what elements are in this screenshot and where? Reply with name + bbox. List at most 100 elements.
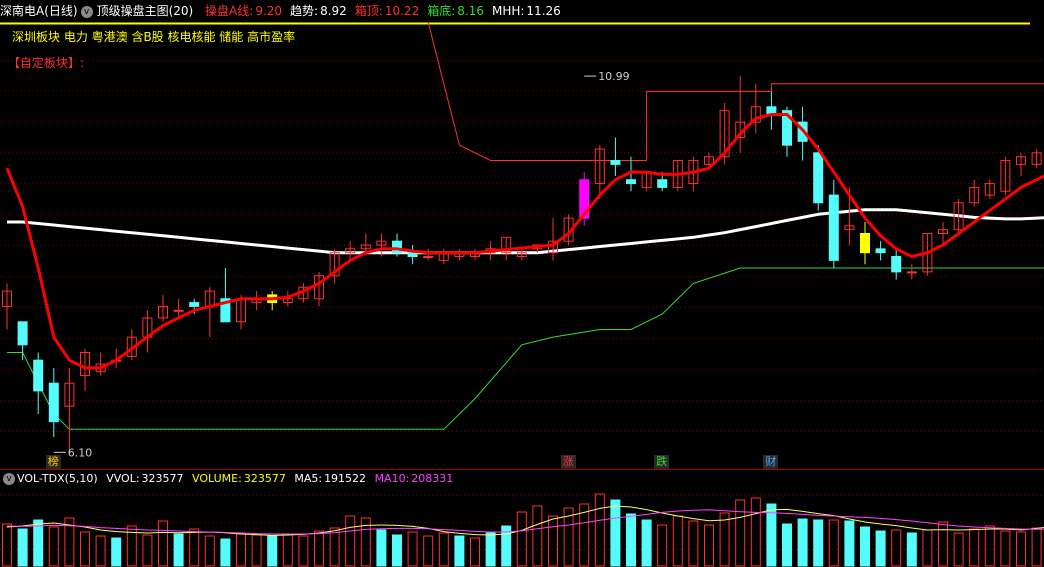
candle-body (626, 179, 636, 185)
header-item-value: 8.92 (320, 4, 347, 18)
volume-bar (860, 526, 870, 567)
volume-bar (267, 535, 278, 567)
volume-bar (532, 505, 543, 567)
volume-bar (111, 537, 122, 567)
indicator-name[interactable]: 顶级操盘主图(20) (97, 4, 194, 18)
volume-toggle-icon[interactable]: v (3, 473, 15, 485)
indicator-toggle-icon[interactable]: v (80, 5, 93, 18)
volume-label: VOLUME: (192, 472, 242, 485)
candle-body (860, 232, 870, 254)
candle-body (173, 309, 184, 312)
box-lines (7, 22, 1044, 430)
volume-bar (704, 524, 714, 567)
vvol-label: VVOL: (106, 472, 140, 485)
header-item-value: 8.16 (457, 4, 484, 18)
event-marker[interactable]: 跌 (654, 455, 670, 469)
volume-bar (95, 535, 106, 567)
volume-bar (251, 534, 262, 567)
volume-bar (828, 519, 839, 567)
volume-bar (875, 530, 886, 567)
volume-bar (750, 497, 761, 567)
volume-bar (142, 534, 153, 567)
volume-bar (953, 532, 964, 567)
candle-body (657, 179, 668, 188)
volume-bar (376, 529, 387, 567)
candle-body (610, 160, 621, 165)
volume-bar (797, 518, 808, 567)
vvol-value: 323577 (141, 472, 184, 485)
volume-bar (158, 520, 168, 567)
event-marker[interactable]: 榜 (45, 455, 61, 469)
candle-body (828, 194, 839, 261)
volume-bar (470, 537, 480, 567)
header-item-label: 趋势: (290, 4, 319, 18)
volume-bar (33, 519, 44, 567)
candlesticks (2, 76, 1042, 453)
volume-bar (485, 532, 496, 567)
custom-block-label: 【自定板块】: (8, 56, 85, 70)
volume-bar (48, 526, 59, 567)
volume-bar (813, 519, 824, 567)
volume-bar (641, 519, 652, 567)
volume-bar (392, 534, 402, 567)
volume-indicator-name[interactable]: VOL-TDX(5,10) (17, 472, 98, 485)
trend-line (7, 208, 1044, 255)
volume-bar (423, 535, 434, 567)
candle-body (17, 321, 28, 346)
volume-bar (548, 515, 558, 567)
volume-bar (938, 521, 948, 567)
candle-body (891, 256, 902, 273)
volume-bar (782, 523, 792, 567)
trend-line-path (7, 208, 1044, 255)
volume-value: 323577 (243, 472, 286, 485)
box-bottom-line (7, 267, 1044, 430)
event-marker[interactable]: 涨 (560, 455, 576, 469)
candle-body (48, 382, 59, 423)
volume-bar (2, 523, 12, 567)
candle-body (875, 248, 886, 254)
volume-bar (891, 529, 902, 567)
volume-bar (329, 527, 340, 567)
volume-bar (454, 535, 465, 567)
volume-ma10-line (6, 509, 1044, 535)
volume-bar (298, 535, 309, 567)
candle-body (423, 256, 434, 259)
candle-body (392, 240, 402, 254)
volume-bar (719, 512, 730, 567)
volume-bar (672, 515, 683, 567)
volume-bar (1031, 527, 1042, 567)
volume-bar (735, 499, 746, 567)
indicator-values: 操盘A线: 9.20 趋势: 8.92 箱顶: 10.22 箱底: 8.16 MHH: 11.26 (205, 4, 569, 18)
stock-name[interactable]: 深南电A(日线) (0, 4, 78, 18)
sector-list: 深圳板块 电力 粤港澳 含B股 核电核能 储能 高市盈率 (12, 30, 296, 44)
volume-bar (204, 535, 215, 567)
candle-body (407, 252, 418, 258)
volume-bar (220, 538, 231, 567)
low-price-label: 6.10 (68, 446, 93, 459)
header-item-label: 操盘A线: (205, 4, 254, 18)
ma10-value: 208331 (411, 472, 454, 485)
volume-bar (516, 511, 527, 567)
volume-bar (17, 528, 28, 567)
ma10-label: MA10: (374, 472, 410, 485)
volume-bar (657, 524, 668, 567)
header-item-value: 9.20 (255, 4, 283, 18)
volume-bar (984, 525, 995, 567)
ma5-label: MA5: (294, 472, 323, 485)
candle-body (189, 302, 200, 307)
header-item-value: 11.26 (526, 4, 561, 18)
header-item-label: MHH: (491, 4, 525, 18)
volume-bar (189, 528, 200, 567)
volume-bar (688, 520, 699, 567)
high-price-label: 10.99 (598, 70, 630, 83)
candle-body (906, 271, 917, 274)
volume-header: v VOL-TDX(5,10) VVOL: 323577 VOLUME: 323577… (0, 471, 1044, 487)
candle-body (33, 359, 44, 392)
volume-bar (844, 520, 855, 567)
volume-bar (345, 515, 356, 567)
event-marker[interactable]: 财 (763, 455, 779, 469)
volume-bar (173, 533, 184, 567)
volume-bar (610, 499, 621, 567)
volume-bar (594, 493, 605, 567)
ma5-value: 191522 (324, 472, 367, 485)
